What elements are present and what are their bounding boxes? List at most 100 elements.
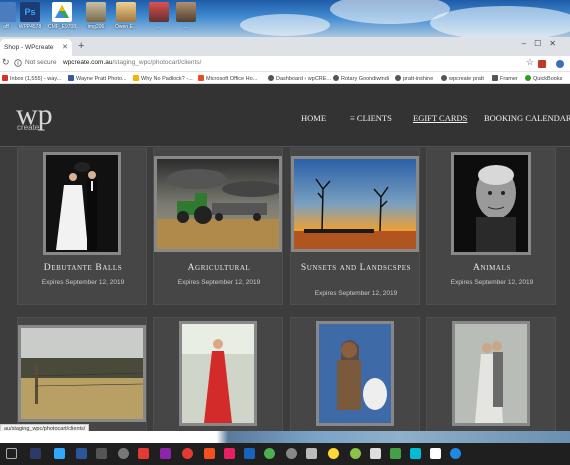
gallery-card[interactable] <box>17 317 147 431</box>
gallery-card[interactable] <box>153 317 283 431</box>
windows-start-icon[interactable] <box>6 448 17 459</box>
bookmark-star-icon[interactable]: ☆ <box>526 57 534 68</box>
desktop-icon[interactable]: Owen E... <box>112 2 140 30</box>
url-input[interactable]: wpcreate.com.au/staging_wpc/photocart/cl… <box>63 59 201 66</box>
bookmark-item[interactable]: Microsoft Office Ho... <box>198 75 257 82</box>
nav-booking-calendar[interactable]: BOOKING CALENDAR <box>484 113 570 123</box>
desktop-icon[interactable]: ... <box>172 2 200 30</box>
gmail-icon <box>2 75 8 81</box>
photo-thumbnail-icon <box>86 2 106 22</box>
app-icon[interactable] <box>350 448 361 459</box>
sky-cloud <box>240 14 330 36</box>
app-icon[interactable] <box>410 448 421 459</box>
desktop-icon[interactable]: Ps WPP4578 <box>16 2 44 30</box>
bookmark-item[interactable]: Inbox (1,555) - way... <box>2 75 61 82</box>
tractor-photo <box>157 159 279 249</box>
bookmark-item[interactable]: Why No Padlock? -... <box>133 75 193 82</box>
app-icon[interactable] <box>118 448 129 459</box>
debutante-photo <box>46 155 118 252</box>
gallery-card[interactable] <box>290 317 420 431</box>
gallery-thumbnail[interactable] <box>154 156 282 252</box>
gallery-card[interactable]: Debutante Balls Expires September 12, 20… <box>17 148 147 305</box>
globe-icon <box>441 75 447 81</box>
photo-thumbnail-icon <box>116 2 136 22</box>
gallery-card[interactable]: Agricultural Expires September 12, 2019 <box>153 148 283 305</box>
nav-clients[interactable]: ≡ CLIENTS <box>350 113 392 123</box>
desktop-wallpaper-strip <box>0 431 570 443</box>
gallery-card[interactable] <box>426 317 556 431</box>
gallery-title[interactable]: Sunsets and Landscspes <box>291 262 421 274</box>
girl-with-dog-photo <box>319 324 391 423</box>
padlock-icon <box>133 75 139 81</box>
gallery-thumbnail[interactable] <box>451 152 531 255</box>
app-icon[interactable] <box>244 448 255 459</box>
gallery-thumbnail[interactable] <box>291 156 419 252</box>
drive-icon <box>52 2 72 22</box>
app-icon[interactable] <box>160 448 171 459</box>
photoshop-icon: Ps <box>20 2 40 22</box>
app-icon[interactable] <box>286 448 297 459</box>
address-bar: ↻ Not secure wpcreate.com.au/staging_wpc… <box>0 56 570 72</box>
app-icon[interactable] <box>450 448 461 459</box>
taskbar <box>0 443 570 465</box>
bookmark-item[interactable]: Wayne Pratt Photo... <box>68 75 127 82</box>
gallery-expiry: Expires September 12, 2019 <box>177 279 261 286</box>
mail-icon[interactable] <box>370 448 381 459</box>
desktop-icon[interactable]: CMF_E9708... <box>48 2 76 30</box>
extension-icons[interactable] <box>538 59 566 69</box>
nav-home[interactable]: HOME <box>301 113 326 123</box>
chrome-icon[interactable] <box>264 448 275 459</box>
window-controls[interactable]: –☐✕ <box>522 39 564 48</box>
site-logo-sub: create <box>17 123 40 132</box>
portrait-photo <box>454 155 528 252</box>
framer-icon <box>492 75 498 81</box>
bookmark-item[interactable]: QuickBooks <box>525 75 562 82</box>
app-icon[interactable] <box>138 448 149 459</box>
bookmark-item[interactable]: pratt-inshine <box>395 75 433 82</box>
sunset-photo <box>294 159 416 249</box>
photo-thumbnail-icon <box>176 2 196 22</box>
desktop-icon[interactable]: img206 <box>82 2 110 30</box>
gallery-thumbnail[interactable] <box>179 321 257 426</box>
app-icon[interactable] <box>328 448 339 459</box>
browser-tab-bar: Shop - WPcreate ✕ <box>0 37 570 56</box>
bookmark-item[interactable]: wpcreate pratt <box>441 75 484 82</box>
nav-egift-cards[interactable]: EGIFT CARDS <box>413 113 467 123</box>
app-icon[interactable] <box>224 448 235 459</box>
field-photo <box>21 328 143 419</box>
bookmark-item[interactable]: Framer <box>492 75 518 82</box>
new-tab-button[interactable]: + <box>78 40 84 52</box>
url-domain: wpcreate.com.au <box>63 59 113 66</box>
bookmark-item[interactable]: Dashboard ‹ wpCRE... <box>268 75 331 82</box>
red-dress-photo <box>182 324 254 423</box>
gallery-title[interactable]: Animals <box>427 262 557 274</box>
gallery-thumbnail[interactable] <box>43 152 121 255</box>
header-divider <box>0 146 570 147</box>
app-icon[interactable] <box>390 448 401 459</box>
gallery-thumbnail[interactable] <box>452 321 530 426</box>
app-icon[interactable] <box>96 448 107 459</box>
tab-title: Shop - WPcreate <box>4 44 54 51</box>
app-icon[interactable] <box>430 448 441 459</box>
gallery-card[interactable]: Sunsets and Landscspes Expires September… <box>290 148 420 305</box>
gallery-title[interactable]: Agricultural <box>154 262 284 274</box>
app-icon[interactable] <box>76 448 87 459</box>
gallery-card[interactable]: Animals Expires September 12, 2019 <box>426 148 556 305</box>
gallery-thumbnail[interactable] <box>18 325 146 422</box>
app-icon[interactable] <box>204 448 215 459</box>
facebook-icon <box>68 75 74 81</box>
reload-icon[interactable]: ↻ <box>2 57 10 68</box>
app-icon[interactable] <box>182 448 193 459</box>
globe-icon <box>268 75 274 81</box>
gallery-thumbnail[interactable] <box>316 321 394 426</box>
app-icon[interactable] <box>30 448 41 459</box>
desktop-icon[interactable]: ... <box>145 2 173 30</box>
info-icon[interactable] <box>14 59 22 67</box>
close-tab-icon[interactable]: ✕ <box>62 43 68 51</box>
bookmark-item[interactable]: Rotary Goondiwindi <box>333 75 389 82</box>
lightroom-icon[interactable] <box>54 448 65 459</box>
app-icon[interactable] <box>306 448 317 459</box>
gallery-title[interactable]: Debutante Balls <box>18 262 148 274</box>
browser-tab[interactable]: Shop - WPcreate ✕ <box>0 39 72 56</box>
bookmarks-bar: Inbox (1,555) - way... Wayne Pratt Photo… <box>0 72 570 84</box>
